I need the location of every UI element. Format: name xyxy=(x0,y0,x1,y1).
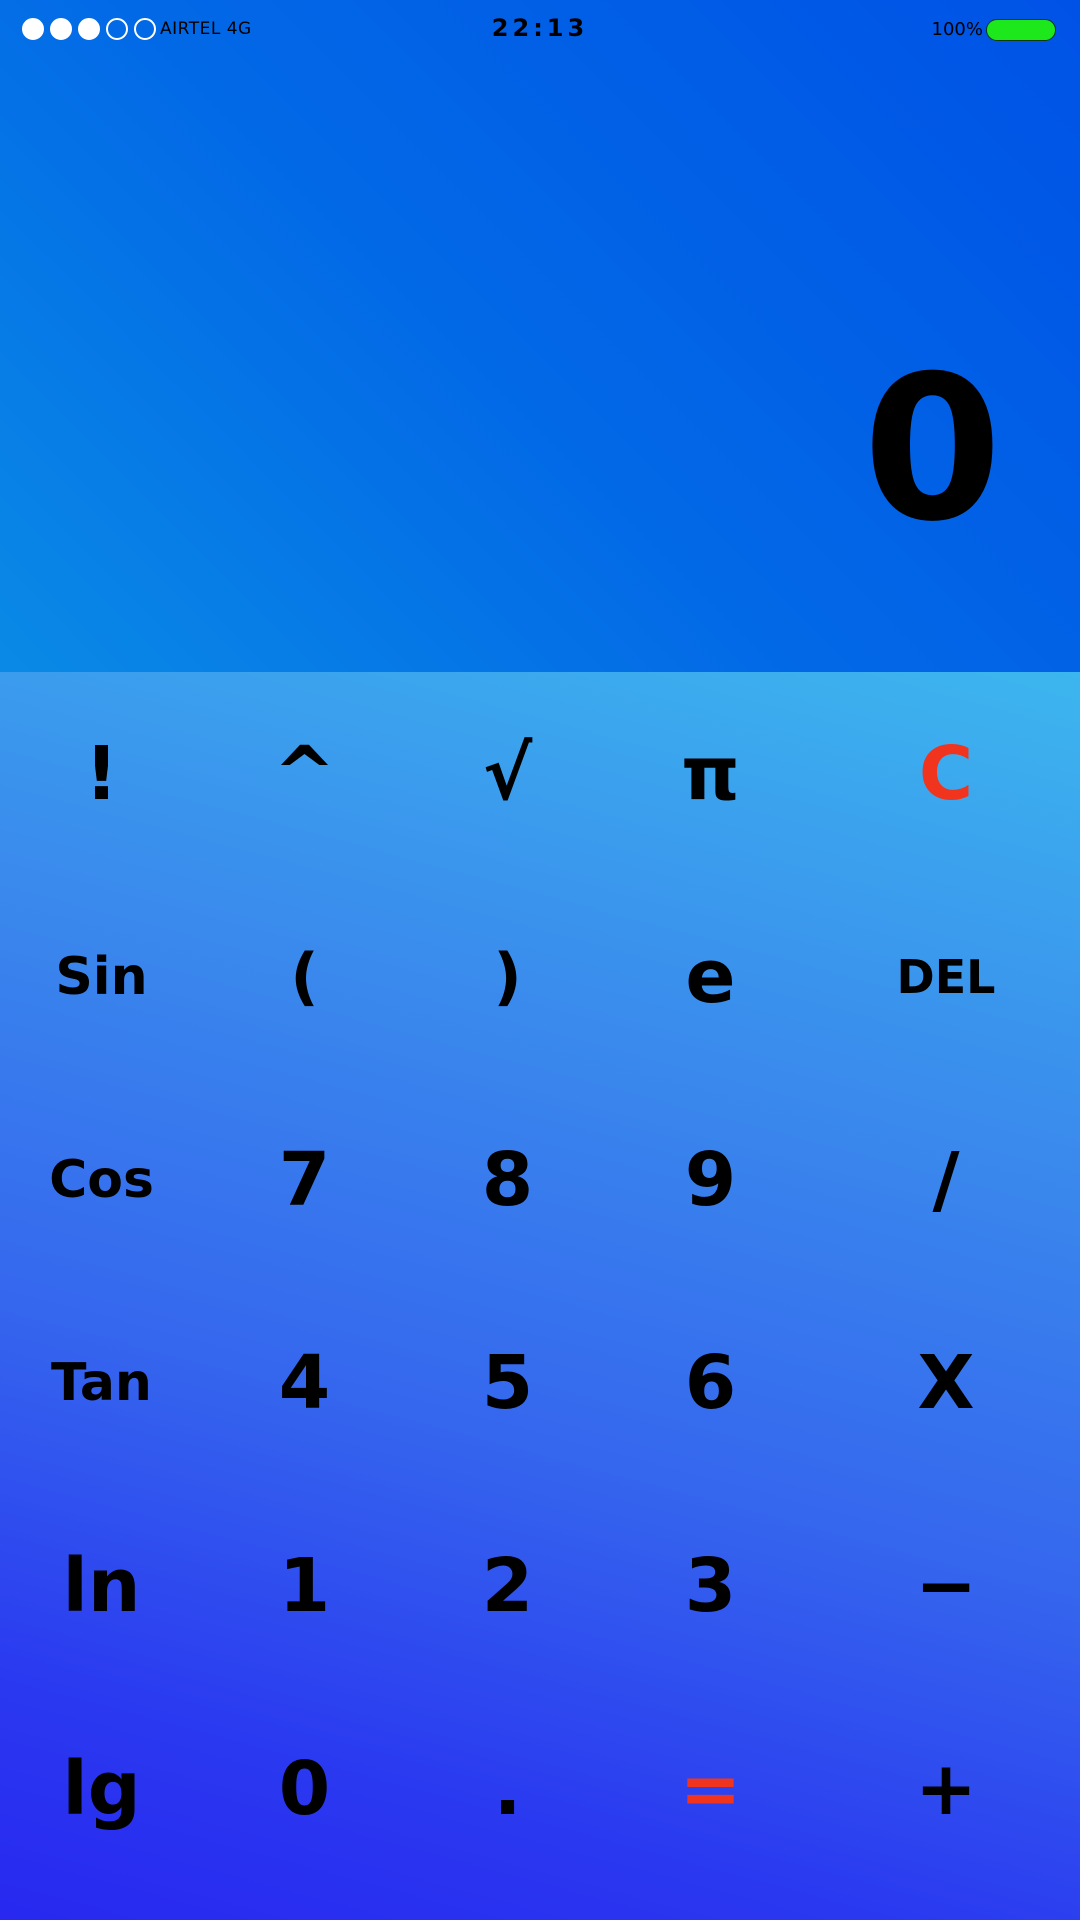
pi-key[interactable]: π xyxy=(609,672,812,875)
clear-key[interactable]: C xyxy=(812,672,1080,875)
ln-key[interactable]: ln xyxy=(0,1484,203,1687)
digit-5-key[interactable]: 5 xyxy=(406,1281,609,1484)
open-paren-key[interactable]: ( xyxy=(203,875,406,1078)
lg-key[interactable]: lg xyxy=(0,1687,203,1890)
status-clock: 22:13 xyxy=(491,14,589,42)
display-panel: AIRTEL 4G 22:13 100% 0 xyxy=(0,0,1080,672)
sin-key[interactable]: Sin xyxy=(0,875,203,1078)
keypad: ! ^ √ π C Sin ( ) e DEL Cos 7 8 9 / Tan … xyxy=(0,672,1080,1920)
battery-icon xyxy=(986,19,1056,41)
multiply-key[interactable]: X xyxy=(812,1281,1080,1484)
result-display: 0 xyxy=(862,333,1002,566)
equals-key[interactable]: = xyxy=(609,1687,812,1890)
status-bar: AIRTEL 4G 22:13 100% xyxy=(0,0,1080,58)
subtract-key[interactable]: − xyxy=(812,1484,1080,1687)
digit-3-key[interactable]: 3 xyxy=(609,1484,812,1687)
delete-key[interactable]: DEL xyxy=(812,875,1080,1078)
power-key[interactable]: ^ xyxy=(203,672,406,875)
digit-8-key[interactable]: 8 xyxy=(406,1078,609,1281)
factorial-key[interactable]: ! xyxy=(0,672,203,875)
digit-1-key[interactable]: 1 xyxy=(203,1484,406,1687)
digit-7-key[interactable]: 7 xyxy=(203,1078,406,1281)
cos-key[interactable]: Cos xyxy=(0,1078,203,1281)
tan-key[interactable]: Tan xyxy=(0,1281,203,1484)
decimal-key[interactable]: . xyxy=(406,1687,609,1890)
battery-percent: 100% xyxy=(931,19,983,40)
digit-2-key[interactable]: 2 xyxy=(406,1484,609,1687)
euler-key[interactable]: e xyxy=(609,875,812,1078)
digit-9-key[interactable]: 9 xyxy=(609,1078,812,1281)
divide-key[interactable]: / xyxy=(812,1078,1080,1281)
digit-0-key[interactable]: 0 xyxy=(203,1687,406,1890)
add-key[interactable]: + xyxy=(812,1687,1080,1890)
battery-level xyxy=(987,20,1055,40)
close-paren-key[interactable]: ) xyxy=(406,875,609,1078)
sqrt-key[interactable]: √ xyxy=(406,672,609,875)
digit-4-key[interactable]: 4 xyxy=(203,1281,406,1484)
digit-6-key[interactable]: 6 xyxy=(609,1281,812,1484)
